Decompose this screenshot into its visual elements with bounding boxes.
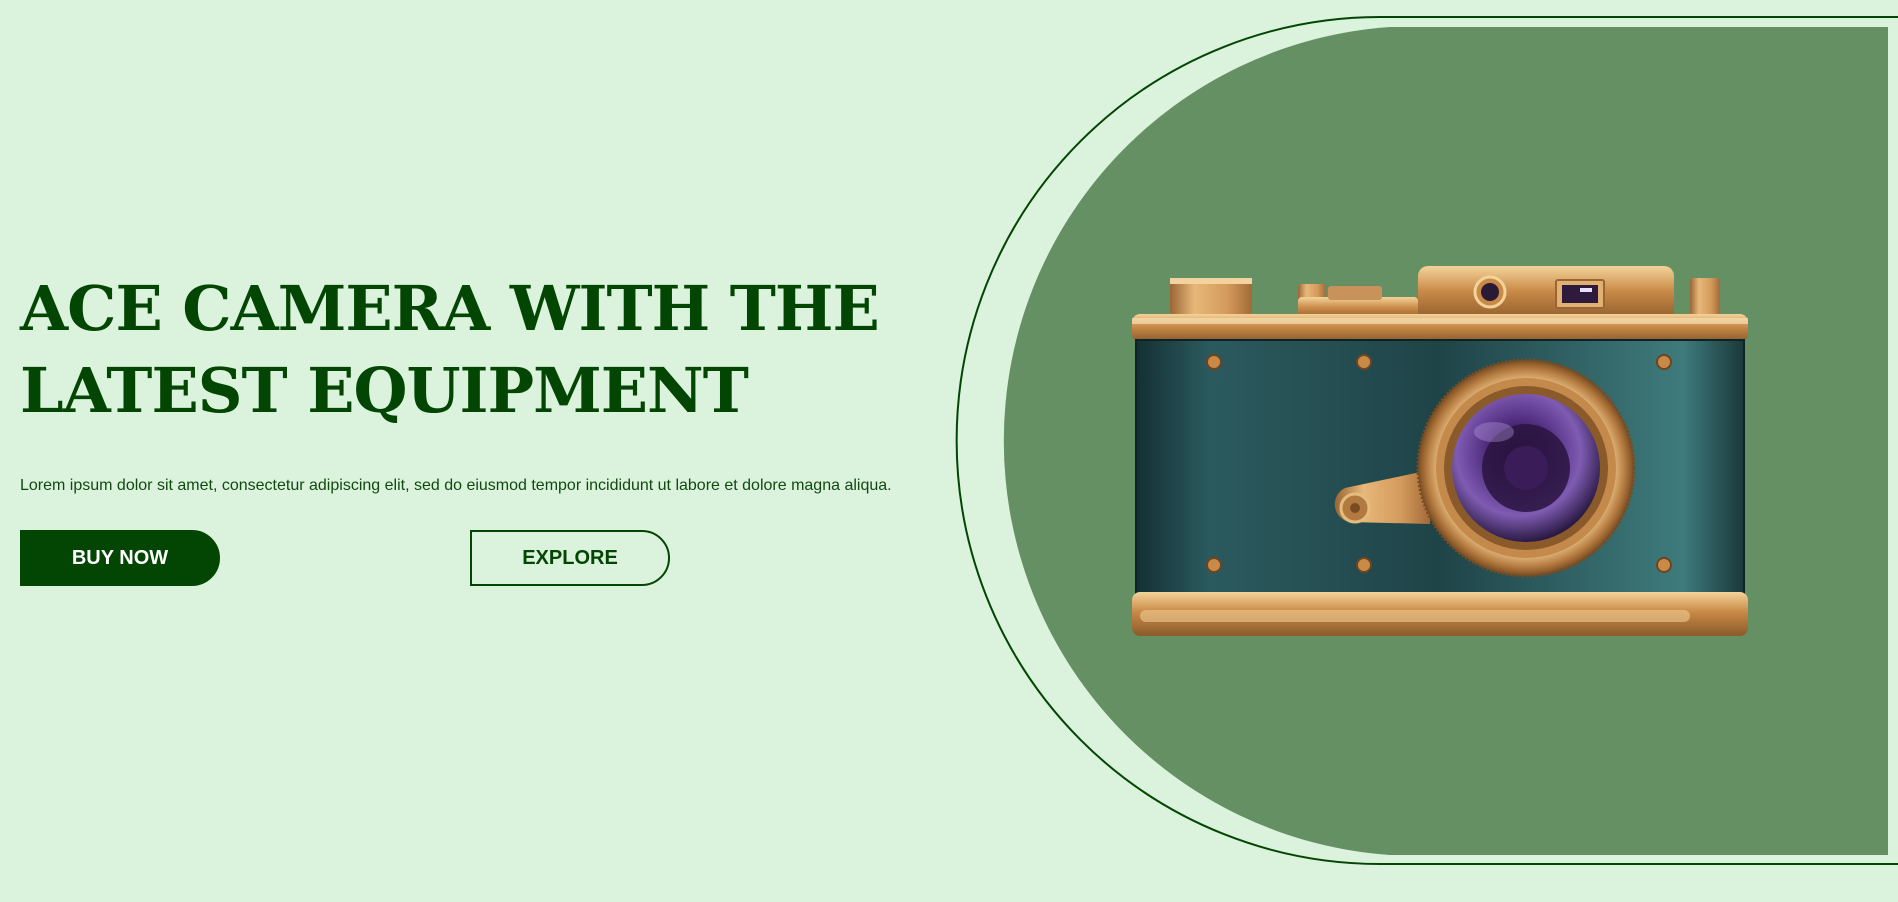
hero-headline: ACE CAMERA WITH THE LATEST EQUIPMENT <box>20 268 950 432</box>
headline-line-1: ACE CAMERA WITH THE <box>20 272 880 345</box>
buy-now-button[interactable]: BUY NOW <box>20 530 220 586</box>
hero-buttons: BUY NOW EXPLORE <box>20 530 950 586</box>
hero-page: ACE CAMERA WITH THE LATEST EQUIPMENT Lor… <box>0 0 1898 902</box>
camera-icon <box>1132 266 1748 636</box>
hero-text: ACE CAMERA WITH THE LATEST EQUIPMENT Lor… <box>20 268 950 586</box>
explore-button[interactable]: EXPLORE <box>470 530 670 586</box>
hero-description: Lorem ipsum dolor sit amet, consectetur … <box>20 477 892 494</box>
headline-line-2: LATEST EQUIPMENT <box>20 354 749 427</box>
